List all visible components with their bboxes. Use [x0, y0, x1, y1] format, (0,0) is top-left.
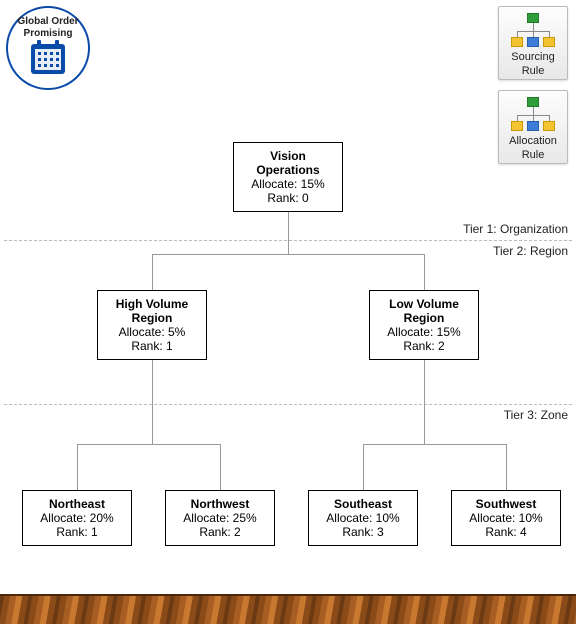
wood-footer: [0, 594, 576, 624]
node-rank: Rank: 2: [170, 525, 270, 539]
node-allocate: Allocate: 10%: [313, 511, 413, 525]
connector: [363, 444, 506, 445]
connector: [77, 444, 220, 445]
node-title: Northeast: [27, 497, 127, 511]
node-southwest: Southwest Allocate: 10% Rank: 4: [451, 490, 561, 546]
node-title-l2: Region: [374, 311, 474, 325]
node-title: Vision Operations: [238, 149, 338, 177]
connector: [506, 444, 507, 490]
node-high-volume-region: High Volume Region Allocate: 5% Rank: 1: [97, 290, 207, 360]
connector: [152, 254, 424, 255]
node-rank: Rank: 2: [374, 339, 474, 353]
node-low-volume-region: Low Volume Region Allocate: 15% Rank: 2: [369, 290, 479, 360]
tier-divider-2: [4, 404, 572, 405]
allocation-rule-label-2: Rule: [522, 149, 545, 161]
node-title: Southeast: [313, 497, 413, 511]
node-title-l1: Low Volume: [374, 297, 474, 311]
node-rank: Rank: 1: [27, 525, 127, 539]
node-allocate: Allocate: 25%: [170, 511, 270, 525]
sourcing-rule-label-1: Sourcing: [511, 51, 554, 63]
hierarchy-icon: [511, 97, 555, 133]
allocation-rule-label-1: Allocation: [509, 135, 557, 147]
connector: [424, 254, 425, 290]
tier-1-label: Tier 1: Organization: [463, 222, 568, 236]
node-northeast: Northeast Allocate: 20% Rank: 1: [22, 490, 132, 546]
connector: [152, 254, 153, 290]
badge-line1: Global Order: [17, 16, 78, 28]
tier-3-label: Tier 3: Zone: [504, 408, 568, 422]
global-order-promising-badge: Global Order Promising: [6, 6, 90, 90]
node-rank: Rank: 3: [313, 525, 413, 539]
node-southeast: Southeast Allocate: 10% Rank: 3: [308, 490, 418, 546]
node-title: Northwest: [170, 497, 270, 511]
node-allocate: Allocate: 5%: [102, 325, 202, 339]
node-allocate: Allocate: 15%: [238, 177, 338, 191]
node-title-l1: High Volume: [102, 297, 202, 311]
node-rank: Rank: 1: [102, 339, 202, 353]
node-rank: Rank: 4: [456, 525, 556, 539]
connector: [424, 350, 425, 444]
node-allocate: Allocate: 15%: [374, 325, 474, 339]
connector: [220, 444, 221, 490]
allocation-rule-button[interactable]: Allocation Rule: [498, 90, 568, 164]
node-allocate: Allocate: 20%: [27, 511, 127, 525]
node-allocate: Allocate: 10%: [456, 511, 556, 525]
node-rank: Rank: 0: [238, 191, 338, 205]
calendar-icon: [31, 44, 65, 74]
sourcing-rule-button[interactable]: Sourcing Rule: [498, 6, 568, 80]
connector: [363, 444, 364, 490]
badge-line2: Promising: [24, 28, 73, 40]
node-northwest: Northwest Allocate: 25% Rank: 2: [165, 490, 275, 546]
tier-2-label: Tier 2: Region: [493, 244, 568, 258]
node-title-l2: Region: [102, 311, 202, 325]
node-title: Southwest: [456, 497, 556, 511]
node-vision-operations: Vision Operations Allocate: 15% Rank: 0: [233, 142, 343, 212]
connector: [152, 350, 153, 444]
sourcing-rule-label-2: Rule: [522, 65, 545, 77]
connector: [77, 444, 78, 490]
hierarchy-icon: [511, 13, 555, 49]
